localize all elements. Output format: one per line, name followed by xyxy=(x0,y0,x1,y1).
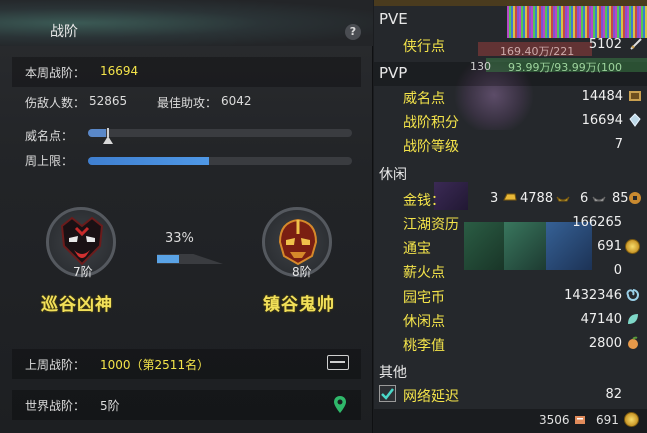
weekly-cap-fill xyxy=(88,157,210,165)
sword-icon xyxy=(630,38,642,50)
xia-progress-text: 169.40万/221 xyxy=(500,45,575,58)
house-coin-label: 园宅币 xyxy=(403,290,445,306)
swirl-icon xyxy=(626,289,639,301)
network-latency-value: 82 xyxy=(605,387,622,402)
xinhuo-points-label: 薪火点 xyxy=(403,265,445,281)
rank-score-value: 16694 xyxy=(581,113,623,128)
tongbao-value: 691 xyxy=(597,239,622,254)
war-rank-panel: 战阶 ? 本周战阶： 16694 伤敌人数： 52865 最佳助攻： 6042 … xyxy=(0,0,373,433)
other-section-header: 其他 xyxy=(379,365,407,381)
fame-points-value: 14484 xyxy=(581,89,623,104)
current-rank-name: 巡谷凶神 xyxy=(41,295,113,315)
fame-points-label: 威名点： xyxy=(25,129,74,143)
fame-progress-track xyxy=(88,129,352,137)
copper-coin-icon xyxy=(629,192,641,204)
money-extra-value: 85 xyxy=(612,191,629,206)
rank-progress-percent: 33% xyxy=(165,231,194,246)
next-rank-level: 8阶 xyxy=(292,265,312,279)
leaf-icon xyxy=(628,314,638,324)
assist-label: 最佳助攻： xyxy=(157,96,218,110)
tongbao-label: 通宝 xyxy=(403,241,431,257)
last-week-rank-value: 1000（第2511名） xyxy=(100,358,210,372)
leisure-points-value: 47140 xyxy=(580,312,622,327)
money-copper-value: 6 xyxy=(580,191,589,206)
ghost-helmet-icon xyxy=(278,218,318,266)
weekly-cap-label: 周上限： xyxy=(25,154,74,168)
next-rank-name: 镇谷鬼帅 xyxy=(263,295,335,315)
jianghu-seniority-label: 江湖资历 xyxy=(403,217,459,233)
current-rank-level: 7阶 xyxy=(73,265,93,279)
map-pin-icon[interactable] xyxy=(333,395,347,415)
assist-value: 6042 xyxy=(221,94,252,108)
kills-label: 伤敌人数： xyxy=(25,96,86,110)
pvp-level-text: 130 xyxy=(470,60,491,73)
skill-icon-art xyxy=(464,222,504,270)
gold-ingot-icon xyxy=(503,193,517,201)
fame-progress-marker xyxy=(103,136,113,144)
crystal-icon xyxy=(629,113,641,127)
bottom-currency-value: 3506 xyxy=(539,413,570,427)
status-stripes xyxy=(507,6,647,38)
bottom-tongbao-value: 691 xyxy=(596,413,619,427)
tongbao-coin-icon xyxy=(624,412,639,427)
last-week-rank-label: 上周战阶： xyxy=(25,358,86,372)
money-gold-value: 3 xyxy=(490,191,499,206)
weekly-rank-value: 16694 xyxy=(100,64,139,78)
tongbao-coin-icon xyxy=(625,239,640,254)
rank-score-label: 战阶积分 xyxy=(403,115,459,131)
skill-icon-art xyxy=(504,222,546,270)
fame-badge-icon xyxy=(629,91,641,101)
rank-progress-fill xyxy=(157,255,179,263)
house-coin-value: 1432346 xyxy=(564,288,622,303)
silver-ingot-icon xyxy=(556,196,570,202)
mail-icon[interactable] xyxy=(327,355,349,370)
demon-mask-icon xyxy=(60,216,104,266)
mentor-value-label: 桃李值 xyxy=(403,338,445,354)
xinhuo-points-value: 0 xyxy=(613,263,622,278)
leisure-points-label: 休闲点 xyxy=(403,314,445,330)
copper-ingot-icon xyxy=(592,196,606,202)
xia-points-label: 侠行点 xyxy=(403,39,445,55)
peach-icon xyxy=(628,336,638,349)
pvp-progress-text: 93.99万/93.99万(100 xyxy=(508,61,622,74)
mentor-value-value: 2800 xyxy=(588,336,622,351)
rank-level-value: 7 xyxy=(614,137,623,152)
latency-checkbox[interactable] xyxy=(379,385,396,402)
pvp-section-header: PVP xyxy=(379,64,408,82)
currency-panel: PVE 169.40万/221 侠行点 5102 93.99万/93.99万(1… xyxy=(374,0,647,433)
weekly-rank-label: 本周战阶： xyxy=(25,66,86,80)
leisure-section-header: 休闲 xyxy=(379,167,407,183)
money-label: 金钱： xyxy=(403,193,445,209)
pve-section-header: PVE xyxy=(379,10,408,28)
world-rank-value: 5阶 xyxy=(100,399,120,413)
network-latency-label: 网络延迟 xyxy=(403,389,459,405)
help-icon[interactable]: ? xyxy=(345,24,361,40)
jianghu-seniority-value: 166265 xyxy=(572,215,622,230)
rank-level-label: 战阶等级 xyxy=(403,139,459,155)
money-silver-value: 4788 xyxy=(520,191,554,206)
xia-points-value: 5102 xyxy=(588,37,622,52)
kills-value: 52865 xyxy=(89,94,128,108)
world-rank-label: 世界战阶： xyxy=(25,399,86,413)
checkmark-icon xyxy=(381,388,394,400)
panel-title: 战阶 xyxy=(50,24,78,40)
fame-points-label: 威名点 xyxy=(403,91,445,107)
scroll-icon xyxy=(575,416,585,424)
